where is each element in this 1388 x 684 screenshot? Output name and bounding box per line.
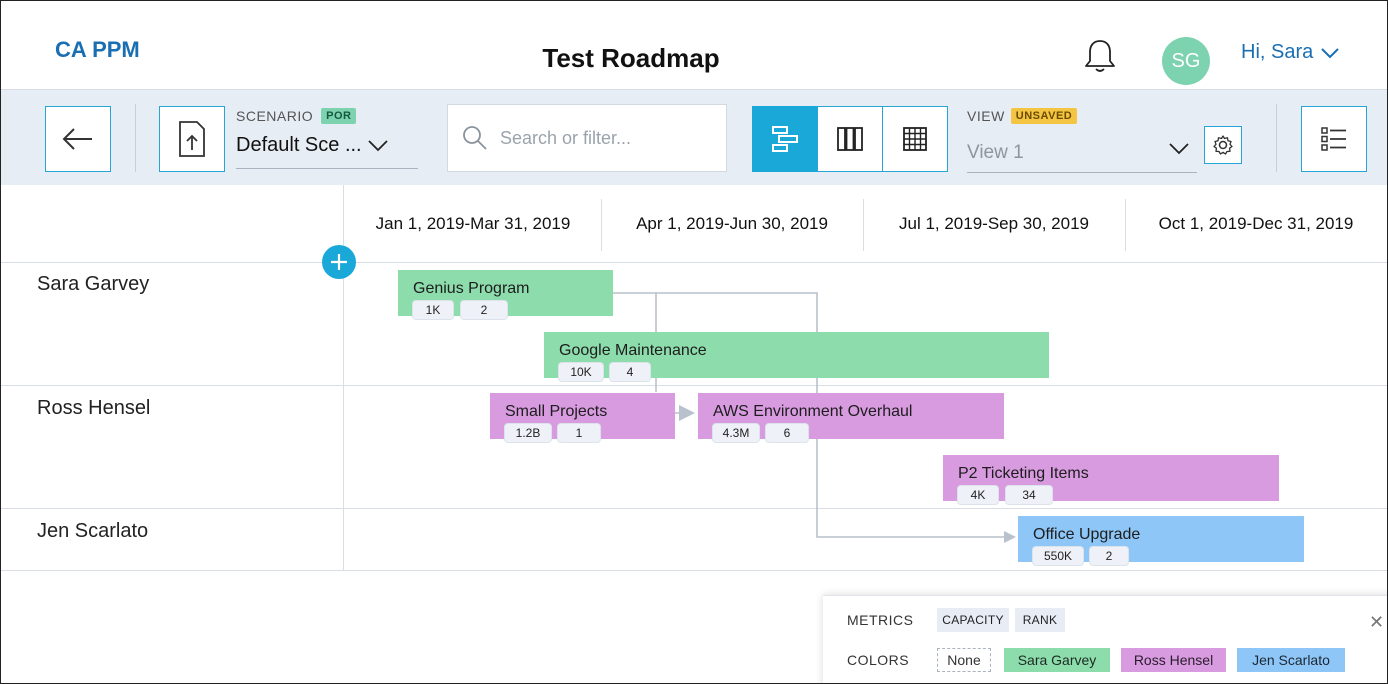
rank-chip: 6 [766, 424, 808, 442]
app-frame: CA PPM Test Roadmap SG Hi, Sara SCENARIO… [0, 0, 1388, 684]
item-name: Genius Program [413, 280, 530, 297]
item-name: P2 Ticketing Items [958, 465, 1089, 482]
rank-chip: 2 [461, 301, 507, 319]
item-name: Small Projects [505, 403, 608, 420]
color-option-sara[interactable]: Sara Garvey [1004, 648, 1110, 672]
search-input[interactable]: Search or filter... [500, 128, 631, 149]
item-name: Office Upgrade [1033, 526, 1141, 543]
scenario-value: Default Sce ... [236, 134, 362, 156]
timeline-view-icon [772, 126, 798, 152]
capacity-chip: 1K [413, 301, 453, 319]
avatar[interactable]: SG [1162, 37, 1210, 85]
scenario-label: SCENARIO POR [236, 108, 357, 124]
rank-chip: 4 [610, 363, 650, 381]
list-icon [1321, 127, 1346, 151]
scenario-badge: POR [321, 108, 357, 124]
rank-chip: 1 [558, 424, 600, 442]
divider [135, 104, 136, 172]
capacity-chip: 4K [958, 486, 998, 504]
chevron-down-icon [1321, 47, 1339, 58]
export-button[interactable] [159, 106, 225, 172]
rank-chip: 34 [1006, 486, 1052, 504]
capacity-chip: 550K [1033, 547, 1083, 565]
item-name: Google Maintenance [559, 342, 707, 359]
capacity-chip: 1.2B [505, 424, 551, 442]
legend-panel: METRICS CAPACITY RANK ✕ COLORS None Sara… [823, 595, 1387, 683]
view-label-text: VIEW [967, 108, 1005, 124]
view-select[interactable]: View 1 [967, 142, 1024, 164]
add-icon [331, 254, 347, 270]
chevron-down-icon[interactable] [1169, 143, 1189, 155]
back-button[interactable] [45, 106, 111, 172]
board-view-icon [837, 127, 863, 151]
color-option-jen[interactable]: Jen Scarlato [1237, 648, 1345, 672]
grid-view-button[interactable] [882, 106, 948, 172]
divider [1276, 104, 1277, 172]
metric-tag-capacity[interactable]: CAPACITY [937, 608, 1009, 632]
roadmap-item[interactable]: AWS Environment Overhaul 4.3M 6 [698, 393, 1004, 442]
rank-chip: 2 [1090, 547, 1128, 565]
search-icon [463, 126, 487, 150]
roadmap-item[interactable]: Office Upgrade 550K 2 [1018, 516, 1304, 565]
export-icon [179, 121, 205, 157]
view-label: VIEW UNSAVED [967, 108, 1078, 124]
colors-label: COLORS [847, 652, 910, 668]
search-field[interactable]: Search or filter... [447, 104, 727, 172]
timeline-view-button[interactable] [752, 106, 818, 172]
add-item-button[interactable] [322, 245, 356, 279]
item-name: AWS Environment Overhaul [713, 403, 913, 420]
bell-icon[interactable] [1083, 37, 1117, 75]
close-icon[interactable]: ✕ [1369, 612, 1384, 633]
roadmap-item[interactable]: P2 Ticketing Items 4K 34 [943, 455, 1279, 504]
capacity-chip: 10K [559, 363, 603, 381]
metrics-label: METRICS [847, 612, 914, 628]
roadmap-item[interactable]: Small Projects 1.2B 1 [490, 393, 675, 442]
page-title: Test Roadmap [542, 43, 720, 73]
view-settings-button[interactable] [1204, 126, 1242, 164]
scenario-select[interactable]: Default Sce ... [236, 134, 388, 157]
back-arrow-icon [62, 128, 92, 150]
grid-view-icon [903, 127, 927, 151]
chevron-down-icon [367, 139, 388, 151]
metric-tag-rank[interactable]: RANK [1015, 608, 1065, 632]
roadmap-item[interactable]: Genius Program 1K 2 [398, 270, 613, 319]
toolbar: SCENARIO POR Default Sce ... Search or f… [1, 89, 1387, 186]
capacity-chip: 4.3M [713, 424, 759, 442]
app-header: CA PPM Test Roadmap SG Hi, Sara [1, 1, 1387, 89]
color-option-ross[interactable]: Ross Hensel [1121, 648, 1226, 672]
color-option-none[interactable]: None [937, 648, 991, 672]
scenario-label-text: SCENARIO [236, 108, 314, 124]
scenario-underline [236, 168, 418, 169]
view-underline [967, 172, 1197, 173]
user-menu[interactable]: Hi, Sara [1241, 41, 1339, 64]
greeting-text: Hi, Sara [1241, 41, 1314, 63]
gear-icon [1213, 135, 1233, 155]
roadmap-item[interactable]: Google Maintenance 10K 4 [544, 332, 1049, 381]
list-button[interactable] [1301, 106, 1367, 172]
view-unsaved-badge: UNSAVED [1010, 108, 1078, 124]
board-view-button[interactable] [817, 106, 883, 172]
